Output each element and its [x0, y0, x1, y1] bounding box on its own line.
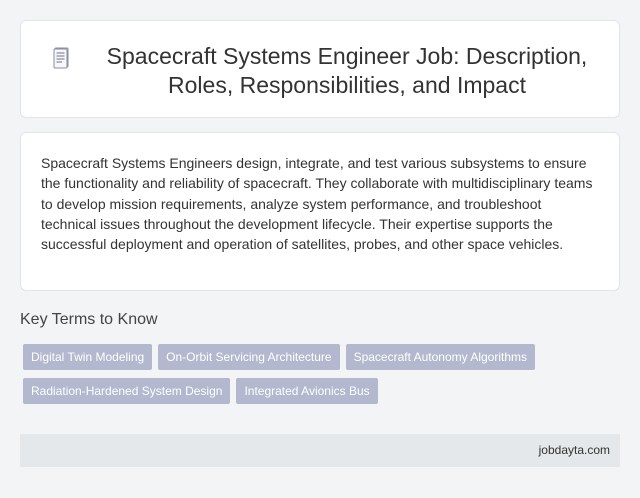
footer-site-name: jobdayta.com: [538, 443, 610, 457]
page-title: Spacecraft Systems Engineer Job: Descrip…: [106, 43, 588, 98]
key-term-tag: Radiation-Hardened System Design: [23, 378, 231, 404]
document-icon: [53, 47, 69, 69]
job-description: Spacecraft Systems Engineers design, int…: [41, 155, 593, 253]
description-card: Spacecraft Systems Engineers design, int…: [20, 132, 620, 291]
key-term-tag: Digital Twin Modeling: [23, 344, 153, 370]
title-card: Spacecraft Systems Engineer Job: Descrip…: [20, 20, 620, 118]
footer: jobdayta.com: [20, 434, 620, 467]
key-terms-list: Digital Twin Modeling On-Orbit Servicing…: [23, 344, 583, 404]
key-term-tag: On-Orbit Servicing Architecture: [158, 344, 340, 370]
key-terms-heading: Key Terms to Know: [20, 311, 158, 328]
key-term-tag: Integrated Avionics Bus: [236, 378, 378, 404]
key-term-tag: Spacecraft Autonomy Algorithms: [345, 344, 535, 370]
